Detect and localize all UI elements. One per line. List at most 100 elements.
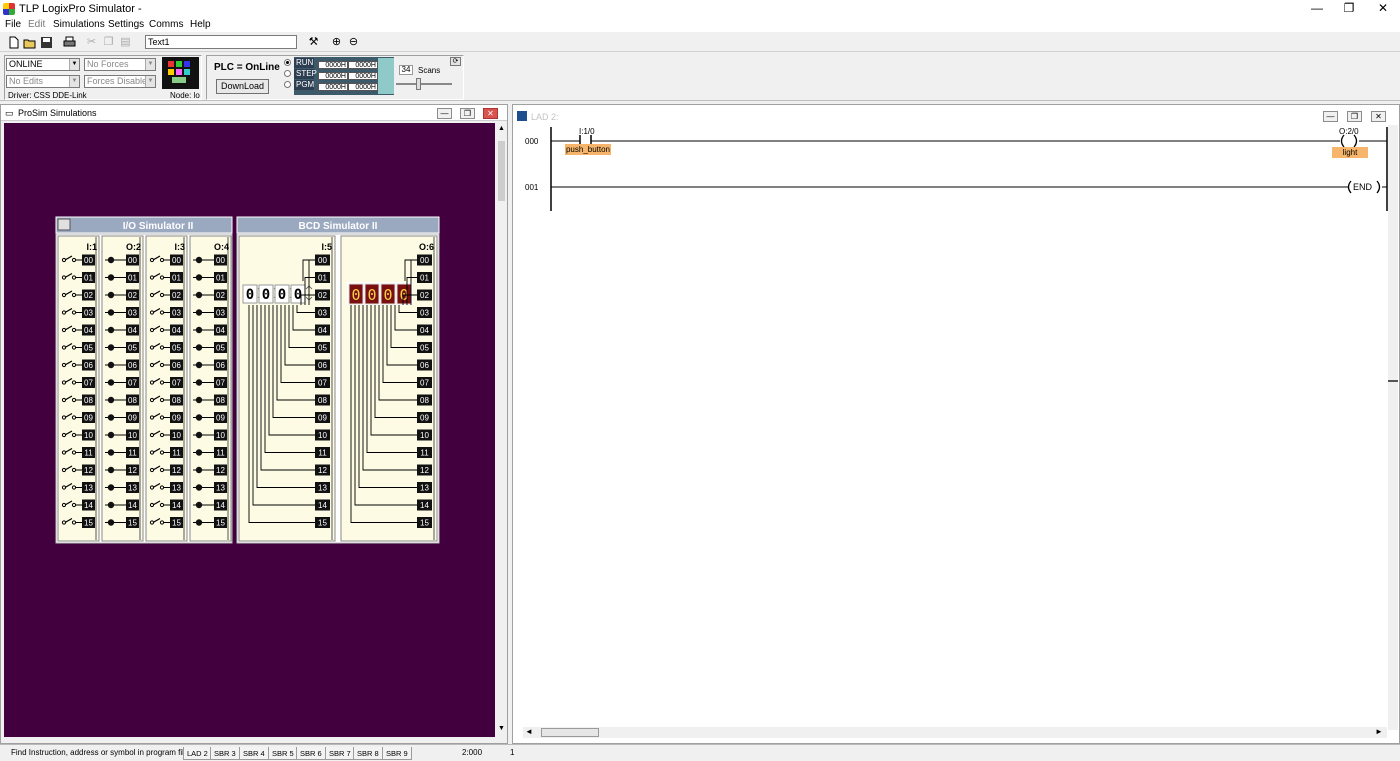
save-icon[interactable]: [39, 35, 54, 50]
refresh-icon[interactable]: ⟳: [450, 57, 461, 66]
tools-icon[interactable]: ⚒: [306, 35, 321, 50]
output-indicator-light: [195, 431, 203, 439]
paste-icon[interactable]: ▤: [118, 35, 133, 50]
bcd-output-digit: 0: [367, 286, 376, 304]
run-radio[interactable]: [284, 59, 291, 66]
io-sim-reset-icon[interactable]: [57, 218, 71, 231]
close-button[interactable]: ✕: [1366, 0, 1400, 17]
copy-icon[interactable]: ❐: [101, 35, 116, 50]
bit-label: 14: [172, 501, 181, 510]
forces-value: No Forces: [87, 59, 129, 69]
open-folder-icon[interactable]: [22, 35, 37, 50]
new-file-icon[interactable]: [6, 35, 21, 50]
menu-help[interactable]: Help: [190, 18, 211, 32]
tab-sbr-6[interactable]: SBR 6: [296, 747, 326, 760]
bit-label: 09: [420, 414, 429, 423]
step-radio[interactable]: [284, 70, 291, 77]
simulation-canvas: I/O Simulator II I:1 00 01 02 03 04 05 06 07 08 09 1…: [4, 123, 495, 737]
scroll-right-icon[interactable]: ►: [1375, 727, 1383, 736]
contact-address: I:1/0: [579, 127, 595, 136]
download-button[interactable]: DownLoad: [216, 79, 269, 94]
scroll-down-icon[interactable]: ▼: [498, 725, 505, 732]
coil-symbol-tag[interactable]: light: [1332, 147, 1368, 158]
ladder-vertical-scrollbar[interactable]: [1388, 125, 1398, 730]
chevron-down-icon: ▼: [145, 59, 155, 70]
output-indicator-light: [107, 519, 115, 526]
forces-select[interactable]: No Forces ▼: [84, 58, 156, 71]
rung-number: 001: [525, 183, 539, 192]
bcd-output-digit: 0: [351, 286, 360, 304]
minimize-button[interactable]: —: [1300, 0, 1334, 17]
tab-sbr-7[interactable]: SBR 7: [325, 747, 355, 760]
tab-sbr-8[interactable]: SBR 8: [353, 747, 383, 760]
scroll-thumb[interactable]: [1388, 380, 1398, 382]
edits-select[interactable]: No Edits ▼: [6, 75, 80, 88]
tab-sbr-9[interactable]: SBR 9: [382, 747, 412, 760]
tab-sbr-4[interactable]: SBR 4: [239, 747, 269, 760]
text-field[interactable]: [145, 35, 297, 49]
print-icon[interactable]: [62, 35, 77, 50]
bit-label: 10: [318, 431, 327, 440]
output-indicator-light: [107, 361, 115, 369]
bit-label: 05: [216, 344, 225, 353]
tab-sbr-3[interactable]: SBR 3: [210, 747, 240, 760]
cut-icon[interactable]: ✂: [84, 35, 99, 50]
bit-label: 04: [420, 326, 429, 335]
menu-file[interactable]: File: [5, 18, 21, 32]
register-display: 0000H: [348, 83, 378, 91]
scroll-up-icon[interactable]: ▲: [498, 125, 505, 132]
output-indicator-light: [195, 274, 203, 281]
prosim-titlebar: ▭ ProSim Simulations — ❐ ✕: [1, 105, 507, 121]
tab-sbr-5[interactable]: SBR 5: [268, 747, 298, 760]
bit-label: 04: [84, 326, 93, 335]
title-bar: TLP LogixPro Simulator - — ❐ ✕: [0, 0, 1400, 18]
bit-label: 08: [128, 396, 137, 405]
bcd-module-label: I:5: [321, 242, 332, 252]
zoom-out-icon[interactable]: ⊖: [346, 35, 361, 50]
bit-label: 02: [216, 291, 225, 300]
bit-label: 05: [84, 344, 93, 353]
prosim-close-button[interactable]: ✕: [483, 108, 498, 119]
bit-label: 05: [420, 344, 429, 353]
tab-lad-2[interactable]: LAD 2: [183, 747, 212, 760]
forces-enable-select[interactable]: Forces Disabled ▼: [84, 75, 156, 88]
status-bar: Find Instruction, address or symbol in p…: [0, 744, 1400, 761]
online-mode-select[interactable]: ONLINE ▼: [6, 58, 80, 71]
end-right-arc: [1376, 180, 1381, 194]
bit-label: 00: [84, 256, 93, 265]
prosim-title: ProSim Simulations: [18, 108, 97, 118]
menu-simulations[interactable]: Simulations: [53, 18, 105, 32]
bit-label: 09: [128, 414, 137, 423]
ladder-restore-button[interactable]: ❐: [1347, 111, 1362, 122]
ladder-close-button[interactable]: ✕: [1371, 111, 1386, 122]
contact-symbol-tag[interactable]: push_button: [565, 144, 611, 155]
bit-label: 10: [84, 431, 93, 440]
bit-label: 07: [84, 379, 93, 388]
scroll-thumb[interactable]: [541, 728, 599, 737]
ladder-minimize-button[interactable]: —: [1323, 111, 1338, 122]
bit-label: 08: [420, 396, 429, 405]
pgm-radio[interactable]: [284, 81, 291, 88]
menu-comms[interactable]: Comms: [149, 18, 183, 32]
plc-status-bar: ONLINE ▼ No Forces ▼ No Edits ▼ Forces Disa…: [0, 53, 1400, 101]
prosim-restore-button[interactable]: ❐: [460, 108, 475, 119]
scroll-thumb[interactable]: [498, 141, 505, 201]
scroll-left-icon[interactable]: ◄: [525, 727, 533, 736]
zoom-in-icon[interactable]: ⊕: [329, 35, 344, 50]
bit-label: 02: [318, 291, 327, 300]
scan-speed-slider[interactable]: [396, 83, 452, 85]
maximize-button[interactable]: ❐: [1332, 0, 1366, 17]
io-sim-title: I/O Simulator II: [123, 221, 194, 232]
bit-label: 06: [84, 361, 93, 370]
online-mode-value: ONLINE: [9, 59, 43, 69]
bit-label: 13: [420, 484, 429, 493]
slider-thumb[interactable]: [416, 78, 421, 90]
prosim-minimize-button[interactable]: —: [437, 108, 452, 119]
bit-label: 12: [216, 466, 225, 475]
menu-settings[interactable]: Settings: [108, 18, 144, 32]
forces-enable-value: Forces Disabled: [87, 76, 153, 86]
cursor-position: 2:000: [462, 748, 483, 757]
prosim-vertical-scrollbar[interactable]: ▲ ▼: [496, 123, 507, 737]
menu-edit[interactable]: Edit: [28, 18, 45, 32]
ladder-horizontal-scrollbar[interactable]: ◄ ►: [523, 727, 1387, 738]
